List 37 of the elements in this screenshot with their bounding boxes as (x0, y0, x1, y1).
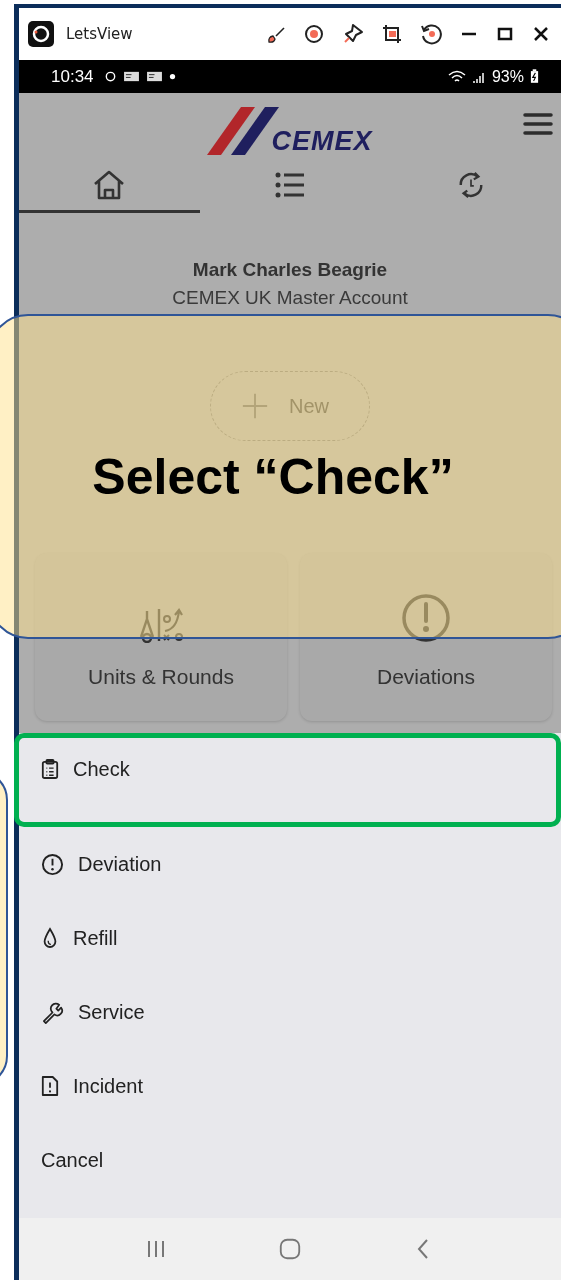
wifi-icon (447, 69, 466, 84)
record-icon[interactable] (303, 23, 325, 45)
home-button-icon[interactable] (278, 1237, 302, 1261)
app-logo-icon (28, 21, 54, 47)
menu-item[interactable]: Cancel (19, 1123, 561, 1197)
clipboard-icon (41, 758, 59, 780)
list-icon (274, 171, 306, 199)
sync-icon (103, 70, 117, 83)
tile-button[interactable]: Units & Rounds (35, 553, 287, 721)
menu-item[interactable]: Incident (19, 1049, 561, 1123)
battery-percentage: 93% (491, 67, 524, 86)
account-name: CEMEX UK Master Account (172, 287, 408, 309)
window-title: LetsView (66, 25, 133, 43)
crop-icon[interactable] (381, 23, 403, 45)
menu-item[interactable]: Deviation (19, 827, 561, 901)
logo-text: CEMEX (271, 127, 373, 155)
menu-item[interactable]: Check (14, 733, 561, 827)
tile-label: Deviations (376, 665, 476, 689)
alert-circle-icon (41, 852, 64, 876)
tile-button[interactable]: Deviations (300, 553, 552, 721)
status-time: 10:34 (51, 66, 94, 87)
user-name: Mark Charles Beagrie (192, 259, 388, 281)
alert-file-icon (41, 1075, 59, 1097)
rotate-icon[interactable] (419, 22, 443, 46)
message-icon (145, 70, 163, 83)
menu-icon[interactable] (523, 111, 553, 137)
tile-label: Units & Rounds (88, 665, 234, 689)
message-icon (122, 70, 140, 83)
menu-item[interactable]: Service (19, 975, 561, 1049)
drop-icon (41, 927, 59, 949)
alert-circle-icon (401, 593, 451, 643)
scale-route-icon (137, 607, 185, 643)
battery-icon (530, 69, 539, 84)
menu-item[interactable]: Refill (19, 901, 561, 975)
plus-icon (241, 392, 269, 420)
dot-icon (168, 73, 176, 80)
wrench-icon (41, 1000, 64, 1024)
